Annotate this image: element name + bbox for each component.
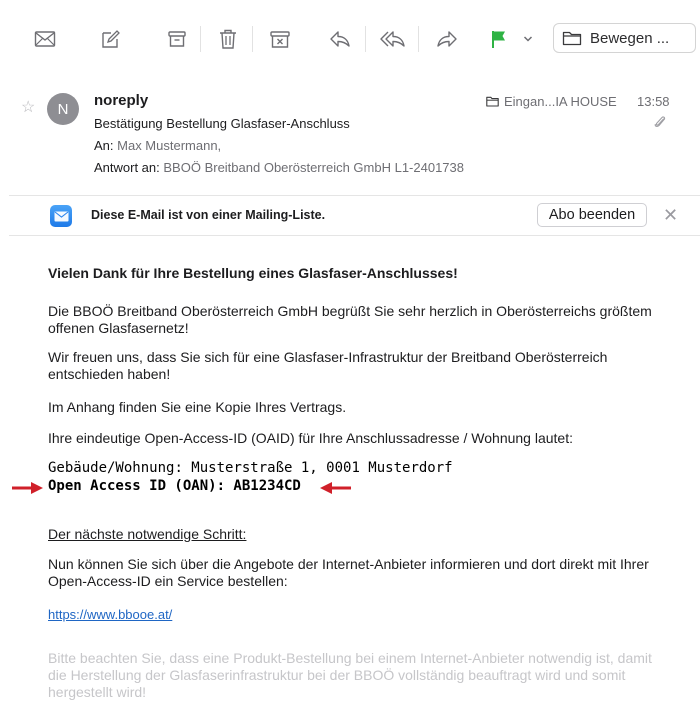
star-icon[interactable]: ☆ (21, 97, 35, 117)
folder-icon (486, 96, 499, 107)
timestamp: 13:58 (637, 94, 670, 109)
right-arrow-icon (320, 482, 351, 494)
sender-name[interactable]: noreply (94, 92, 148, 109)
move-button[interactable]: Bewegen ... (553, 23, 696, 53)
folder-icon (562, 31, 582, 46)
left-arrow-icon (12, 482, 43, 494)
archive-icon[interactable] (162, 24, 192, 54)
forward-icon[interactable] (432, 24, 462, 54)
body-paragraph-2: Wir freuen uns, dass Sie sich für eine G… (48, 349, 608, 382)
unsubscribe-button[interactable]: Abo beenden (537, 203, 647, 227)
oan-line: Open Access ID (OAN): AB1234CD (48, 478, 301, 494)
next-step-heading: Der nächste notwendige Schritt: (48, 526, 247, 542)
reply-to-line: Antwort an: BBOÖ Breitband Oberösterreic… (94, 160, 464, 175)
toolbar: Bewegen ... (0, 0, 700, 78)
to-line: An: Max Mustermann, (94, 138, 221, 153)
compose-icon[interactable] (95, 24, 125, 54)
reply-all-icon[interactable] (378, 24, 408, 54)
address-line: Gebäude/Wohnung: Musterstraße 1, 0001 Mu… (48, 460, 673, 477)
flag-icon[interactable] (484, 24, 514, 54)
mail-app-icon (50, 205, 72, 227)
get-mail-icon[interactable] (30, 24, 60, 54)
body-paragraph-1: Die BBOÖ Breitband Oberösterreich GmbH b… (48, 303, 652, 336)
avatar: N (47, 93, 79, 125)
junk-icon[interactable] (265, 24, 295, 54)
bbooe-link[interactable]: https://www.bbooe.at/ (48, 607, 172, 622)
body-heading: Vielen Dank für Ihre Bestellung eines Gl… (48, 265, 458, 281)
address-value: : Musterstraße 1, 0001 Musterdorf (174, 460, 453, 476)
mailing-list-text: Diese E-Mail ist von einer Mailing-Liste… (91, 208, 326, 222)
mailbox-folder[interactable]: Eingan...IA HOUSE (486, 94, 617, 109)
message-header: ☆ N noreply Bestätigung Bestellung Glasf… (0, 78, 700, 190)
flag-dropdown-icon[interactable] (518, 24, 538, 54)
address-label: Gebäude/Wohnung (48, 460, 175, 476)
body-paragraph-5: Nun können Sie sich über die Angebote de… (48, 556, 649, 589)
close-icon[interactable]: ✕ (663, 206, 678, 224)
subject: Bestätigung Bestellung Glasfaser-Anschlu… (94, 116, 350, 131)
paperclip-icon[interactable] (654, 114, 666, 135)
trash-icon[interactable] (213, 24, 243, 54)
body-paragraph-4: Ihre eindeutige Open-Access-ID (OAID) fü… (48, 430, 573, 446)
reply-to-label: Antwort an: (94, 160, 160, 175)
folder-label: Eingan...IA HOUSE (504, 94, 617, 109)
to-value[interactable]: Max Mustermann, (117, 138, 221, 153)
body-paragraph-3: Im Anhang finden Sie eine Kopie Ihres Ve… (48, 399, 347, 415)
body-paragraph-6: Bitte beachten Sie, dass eine Produkt-Be… (48, 650, 652, 700)
mailing-list-banner: Diese E-Mail ist von einer Mailing-Liste… (9, 195, 700, 236)
move-label: Bewegen ... (590, 29, 670, 47)
reply-to-value[interactable]: BBOÖ Breitband Oberösterreich GmbH L1-24… (163, 160, 464, 175)
reply-icon[interactable] (325, 24, 355, 54)
to-label: An: (94, 138, 114, 153)
